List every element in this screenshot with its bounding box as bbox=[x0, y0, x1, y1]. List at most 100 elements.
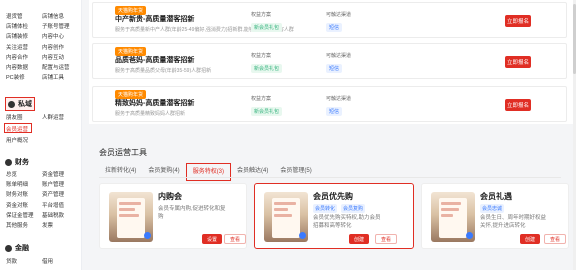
view-button[interactable]: 查看 bbox=[375, 234, 398, 244]
sidebar-group-private: 朋友圈 人群运营 bbox=[6, 113, 80, 123]
sidebar-item[interactable]: PC装修 bbox=[6, 73, 42, 83]
tool-card-priority-purchase: 会员优先购 会员转化 会员复购 会员优先购买特权,助力会员招募和高等转化 创建 … bbox=[254, 183, 414, 249]
sidebar-item[interactable]: 退货管 bbox=[6, 12, 42, 22]
tab-repurchase[interactable]: 会员复购(4) bbox=[142, 163, 185, 181]
campaign-card: 天猫购年货 品质爸妈-高质量潜客招新 服务于高质量品质父母(年龄35-59)人群… bbox=[92, 43, 567, 79]
sidebar-item[interactable]: 内容互动 bbox=[42, 53, 80, 63]
sidebar-item[interactable]: 店铺装修 bbox=[6, 32, 42, 42]
loan-icon bbox=[5, 244, 12, 252]
tool-chip: 会员忠诚 bbox=[480, 204, 505, 213]
view-button[interactable]: 查看 bbox=[544, 234, 567, 244]
campaign-card: 天猫购年货 精致妈妈-高质量潜客招新 服务于高质量精致妈妈人群招新 权益方案 新… bbox=[92, 86, 567, 122]
sidebar-item[interactable]: 平台增值 bbox=[42, 201, 80, 211]
signup-button[interactable]: 立即报名 bbox=[505, 15, 531, 27]
campaign-card: 天猫购年货 中产新贵-高质量潜客招新 服务于高质量新中产人群(年龄25-49偏好… bbox=[92, 2, 567, 38]
tab-management[interactable]: 会员管理(5) bbox=[274, 163, 317, 181]
mockup-bar bbox=[441, 208, 459, 211]
sidebar-item[interactable]: 关注运营 bbox=[6, 43, 42, 53]
tool-name: 会员优先购 bbox=[313, 192, 353, 201]
sidebar-item[interactable]: 资金管理 bbox=[42, 170, 80, 180]
tool-thumbnail bbox=[264, 192, 308, 242]
tool-desc: 会员生日、周年时期好权益关怀,提升进店转化 bbox=[480, 215, 547, 229]
mockup-bar bbox=[274, 202, 296, 205]
channel-badge: 短信 bbox=[326, 64, 343, 73]
view-button[interactable]: 查看 bbox=[224, 234, 246, 244]
sidebar-item[interactable]: 保证金管理 bbox=[6, 211, 42, 221]
campaign-title: 品质爸妈-高质量潜客招新 bbox=[115, 57, 195, 64]
sidebar-item[interactable]: 子账号管理 bbox=[42, 22, 80, 32]
sidebar-item[interactable]: 总览 bbox=[6, 170, 42, 180]
tool-tabs: 拉新转化(4) 会员复购(4) 服务特权(3) 会员触达(4) 会员管理(5) bbox=[99, 163, 318, 181]
sidebar-item[interactable]: 内容数据 bbox=[6, 63, 42, 73]
sidebar-item[interactable]: 借用 bbox=[42, 257, 80, 267]
mockup-bar bbox=[441, 214, 453, 217]
rights-badge: 新会员礼包 bbox=[251, 64, 283, 73]
tab-acquisition[interactable]: 拉新转化(4) bbox=[99, 163, 142, 181]
sidebar-item[interactable]: 发票 bbox=[42, 221, 80, 231]
main-content: 天猫购年货 中产新贵-高质量潜客招新 服务于高质量新中产人群(年龄25-49偏好… bbox=[89, 0, 573, 270]
sidebar-group-store: 退货管 店铺信息 店铺体检 子账号管理 店铺装修 内容中心 关注运营 内容创作 … bbox=[6, 12, 80, 83]
sidebar-item[interactable]: 店铺信息 bbox=[42, 12, 80, 22]
sidebar-item[interactable]: 账单明细 bbox=[6, 180, 42, 190]
sidebar-item[interactable]: 内容中心 bbox=[42, 32, 80, 42]
sidebar-group-finance: 总览 资金管理 账单明细 账户管理 财务对账 资产管理 资金对账 平台增值 保证… bbox=[6, 170, 80, 231]
sidebar-section-finance[interactable]: 财务 bbox=[5, 157, 29, 167]
sidebar-item[interactable]: 账户管理 bbox=[42, 180, 80, 190]
section-title: 会员运营工具 bbox=[99, 148, 147, 157]
sidebar-item-users[interactable]: 用户概况 bbox=[6, 136, 28, 144]
campaign-title: 中产新贵-高质量潜客招新 bbox=[115, 16, 195, 23]
mockup-bar bbox=[119, 202, 141, 205]
signup-button[interactable]: 立即报名 bbox=[505, 56, 531, 68]
sidebar-item[interactable]: 财务对账 bbox=[6, 190, 42, 200]
channel-badge: 短信 bbox=[326, 107, 343, 116]
channel-badge: 短信 bbox=[326, 23, 343, 32]
qr-icon bbox=[466, 232, 473, 239]
campaign-title: 精致妈妈-高质量潜客招新 bbox=[115, 100, 195, 107]
campaign-panel: 天猫购年货 中产新贵-高质量潜客招新 服务于高质量新中产人群(年龄25-49偏好… bbox=[89, 0, 573, 124]
settings-button[interactable]: 设置 bbox=[202, 234, 223, 244]
sidebar-item[interactable]: 店铺工具 bbox=[42, 73, 80, 83]
qr-icon bbox=[144, 232, 151, 239]
sidebar-item[interactable]: 资产管理 bbox=[42, 190, 80, 200]
sidebar-item[interactable]: 其他服务 bbox=[6, 221, 42, 231]
sidebar-section-finance2[interactable]: 金融 bbox=[5, 243, 29, 253]
tool-thumbnail bbox=[431, 192, 475, 242]
sidebar-section-private[interactable]: 私域 bbox=[5, 97, 35, 111]
sidebar-item[interactable]: 店铺体检 bbox=[6, 22, 42, 32]
private-domain-icon bbox=[8, 100, 15, 108]
create-button[interactable]: 创建 bbox=[520, 234, 541, 244]
sidebar-section-label: 私域 bbox=[18, 101, 32, 108]
sidebar-section-label: 金融 bbox=[15, 245, 29, 252]
rights-label: 权益方案 bbox=[251, 12, 272, 18]
sidebar-item[interactable]: 贷款 bbox=[6, 257, 42, 267]
tool-chips: 会员忠诚 bbox=[480, 204, 505, 213]
signup-button[interactable]: 立即报名 bbox=[505, 99, 531, 111]
tool-name: 会员礼遇 bbox=[480, 192, 512, 201]
sidebar-item[interactable]: 基础税款 bbox=[42, 211, 80, 221]
tab-reach[interactable]: 会员触达(4) bbox=[231, 163, 274, 181]
rights-badge: 新会员礼包 bbox=[251, 107, 283, 116]
mockup-bar bbox=[119, 208, 135, 211]
tool-card-member-gift: 会员礼遇 会员忠诚 会员生日、周年时期好权益关怀,提升进店转化 创建 查看 bbox=[421, 183, 569, 249]
campaign-desc: 服务于高质量品质父母(年龄35-59)人群招新 bbox=[115, 68, 212, 74]
tool-chip: 会员复购 bbox=[341, 204, 366, 213]
sidebar-item[interactable]: 资金对账 bbox=[6, 201, 42, 211]
sidebar-item[interactable]: 内容创作 bbox=[42, 43, 80, 53]
mockup-bar bbox=[274, 208, 288, 211]
sidebar-item[interactable]: 人群运营 bbox=[42, 113, 80, 123]
page-root: 退货管 店铺信息 店铺体检 子账号管理 店铺装修 内容中心 关注运营 内容创作 … bbox=[0, 0, 576, 270]
sidebar-item-member-ops[interactable]: 会员运营 bbox=[6, 125, 28, 133]
create-button[interactable]: 创建 bbox=[349, 234, 370, 244]
tab-privilege[interactable]: 服务特权(3) bbox=[185, 163, 232, 181]
mockup-bar bbox=[119, 214, 139, 217]
mockup-bar bbox=[274, 214, 292, 217]
tool-chip: 会员转化 bbox=[313, 204, 338, 213]
sidebar-section-label: 财务 bbox=[15, 159, 29, 166]
tool-thumbnail bbox=[109, 192, 153, 242]
tool-desc: 会员专属内购,促进转化和复购 bbox=[158, 206, 226, 220]
finance-icon bbox=[5, 158, 12, 166]
sidebar-item[interactable]: 内容合作 bbox=[6, 53, 42, 63]
sidebar-item[interactable]: 配置与运营 bbox=[42, 63, 80, 73]
qr-icon bbox=[299, 232, 306, 239]
sidebar-item[interactable]: 朋友圈 bbox=[6, 113, 42, 123]
